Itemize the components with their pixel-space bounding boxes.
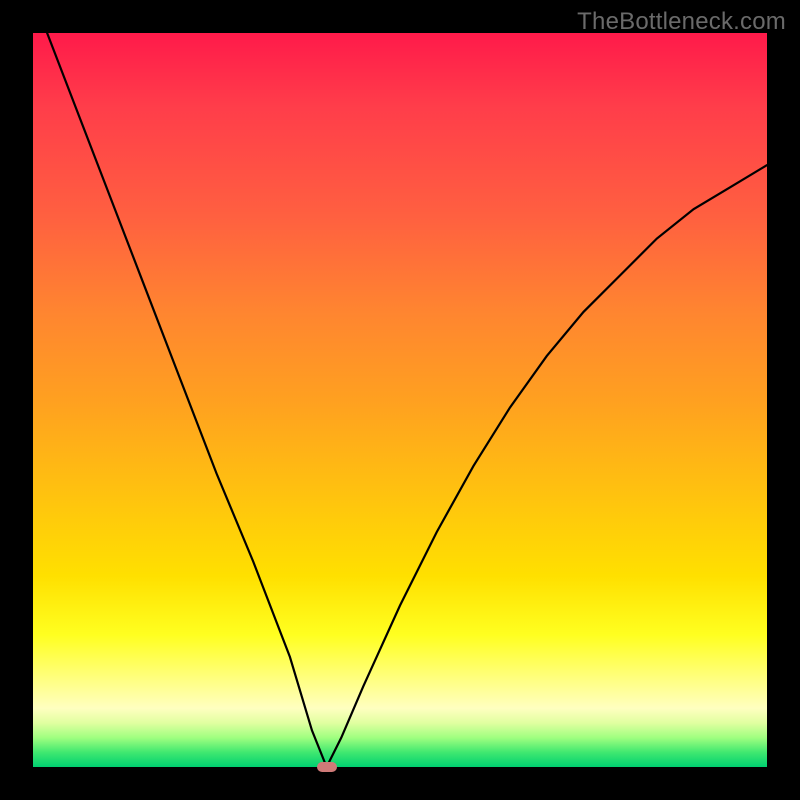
- plot-area: [33, 33, 767, 767]
- chart-frame: TheBottleneck.com: [0, 0, 800, 800]
- curve-layer: [33, 33, 767, 767]
- watermark-text: TheBottleneck.com: [577, 8, 786, 36]
- minimum-marker: [317, 762, 337, 772]
- bottleneck-curve: [47, 33, 767, 767]
